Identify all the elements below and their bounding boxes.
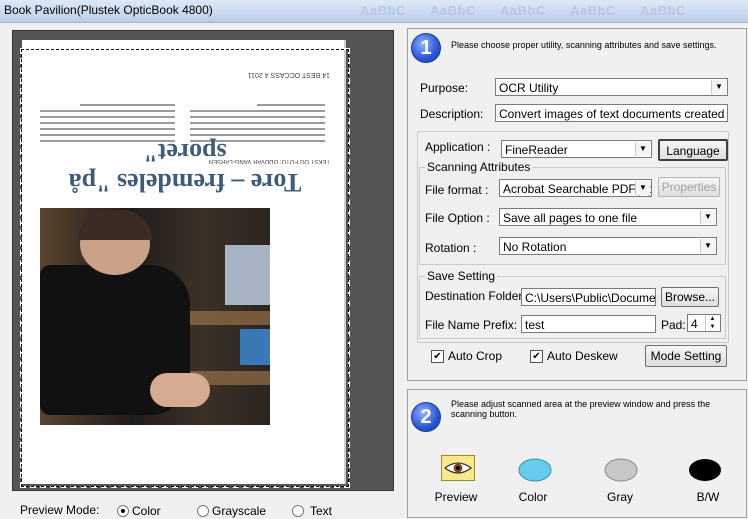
pad-stepper[interactable]: 4 ▲ ▼ xyxy=(687,314,721,332)
file-format-value: Acrobat Searchable PDF(*.p xyxy=(503,182,652,196)
auto-crop-checkbox[interactable]: ✔ xyxy=(431,350,444,363)
gray-tool-label: Gray xyxy=(606,490,633,504)
destination-folder-label: Destination Folder: xyxy=(425,289,526,303)
background-ghost-text: AaBbC xyxy=(640,3,686,18)
chevron-down-icon: ▼ xyxy=(635,181,650,195)
window-title: Book Pavilion(Plustek OpticBook 4800) xyxy=(4,3,213,17)
chevron-down-icon: ▼ xyxy=(635,142,650,156)
save-setting-legend: Save Setting xyxy=(425,269,498,283)
chevron-down-icon: ▼ xyxy=(711,80,726,94)
step1-number-icon: 1 xyxy=(411,33,441,63)
background-ghost-text: AaBbC xyxy=(570,3,616,18)
application-select[interactable]: FineReader ▼ xyxy=(501,140,652,158)
preview-tool-label: Preview xyxy=(434,490,478,504)
background-ghost-text: AaBbC xyxy=(360,3,406,18)
rotation-select[interactable]: No Rotation ▼ xyxy=(499,237,717,255)
step2-number-icon: 2 xyxy=(411,402,441,432)
radio-text[interactable] xyxy=(292,505,304,517)
properties-button[interactable]: Properties xyxy=(658,177,720,197)
radio-grayscale-label: Grayscale xyxy=(212,504,267,518)
radio-text-label: Text xyxy=(310,504,333,518)
step2-instruction: Please adjust scanned area at the previe… xyxy=(451,399,711,419)
bw-scan-icon[interactable] xyxy=(688,457,722,483)
auto-crop-label: Auto Crop xyxy=(448,349,503,363)
pad-value: 4 xyxy=(691,317,698,331)
description-field: Convert images of text documents created… xyxy=(495,104,728,122)
radio-color-label: Color xyxy=(132,504,161,518)
scan-area-crop-box[interactable] xyxy=(20,48,350,488)
step1-instruction: Please choose proper utility, scanning a… xyxy=(451,40,717,50)
radio-color[interactable] xyxy=(117,505,129,517)
file-format-select[interactable]: Acrobat Searchable PDF(*.p ▼ xyxy=(499,179,652,197)
rotation-value: No Rotation xyxy=(503,240,567,254)
spin-down-icon[interactable]: ▼ xyxy=(705,323,719,331)
auto-deskew-label: Auto Deskew xyxy=(547,349,618,363)
chevron-down-icon: ▼ xyxy=(700,210,715,224)
file-name-prefix-input[interactable]: test xyxy=(521,315,656,333)
application-label: Application : xyxy=(425,140,491,154)
purpose-select[interactable]: OCR Utility ▼ xyxy=(495,78,728,96)
background-ghost-text: AaBbC xyxy=(500,3,546,18)
color-scan-icon[interactable] xyxy=(518,457,552,483)
language-button[interactable]: Language xyxy=(658,139,728,161)
title-bar: Book Pavilion(Plustek OpticBook 4800) Aa… xyxy=(0,0,748,23)
file-name-prefix-label: File Name Prefix: xyxy=(425,318,518,332)
spin-up-icon[interactable]: ▲ xyxy=(705,315,719,323)
preview-mode-label: Preview Mode: xyxy=(20,503,100,517)
browse-button[interactable]: Browse... xyxy=(661,287,719,307)
radio-grayscale[interactable] xyxy=(197,505,209,517)
file-format-label: File format : xyxy=(425,183,489,197)
rotation-label: Rotation : xyxy=(425,241,477,255)
scanning-attributes-legend: Scanning Attributes xyxy=(425,160,533,174)
destination-folder-input[interactable]: C:\Users\Public\Document xyxy=(521,288,656,306)
pad-label: Pad: xyxy=(661,318,686,332)
application-value: FineReader xyxy=(505,143,568,157)
color-tool-label: Color xyxy=(518,490,548,504)
eye-preview-icon[interactable] xyxy=(441,455,475,481)
purpose-value: OCR Utility xyxy=(499,81,559,95)
description-label: Description: xyxy=(420,107,484,121)
chevron-down-icon: ▼ xyxy=(700,239,715,253)
file-option-label: File Option : xyxy=(425,211,490,225)
gray-scan-icon[interactable] xyxy=(604,457,638,483)
purpose-label: Purpose: xyxy=(420,81,469,95)
auto-deskew-checkbox[interactable]: ✔ xyxy=(530,350,543,363)
background-ghost-text: AaBbC xyxy=(430,3,476,18)
bw-tool-label: B/W xyxy=(696,490,720,504)
mode-setting-button[interactable]: Mode Setting xyxy=(645,345,727,367)
file-option-value: Save all pages to one file xyxy=(503,211,638,225)
file-option-select[interactable]: Save all pages to one file ▼ xyxy=(499,208,717,226)
